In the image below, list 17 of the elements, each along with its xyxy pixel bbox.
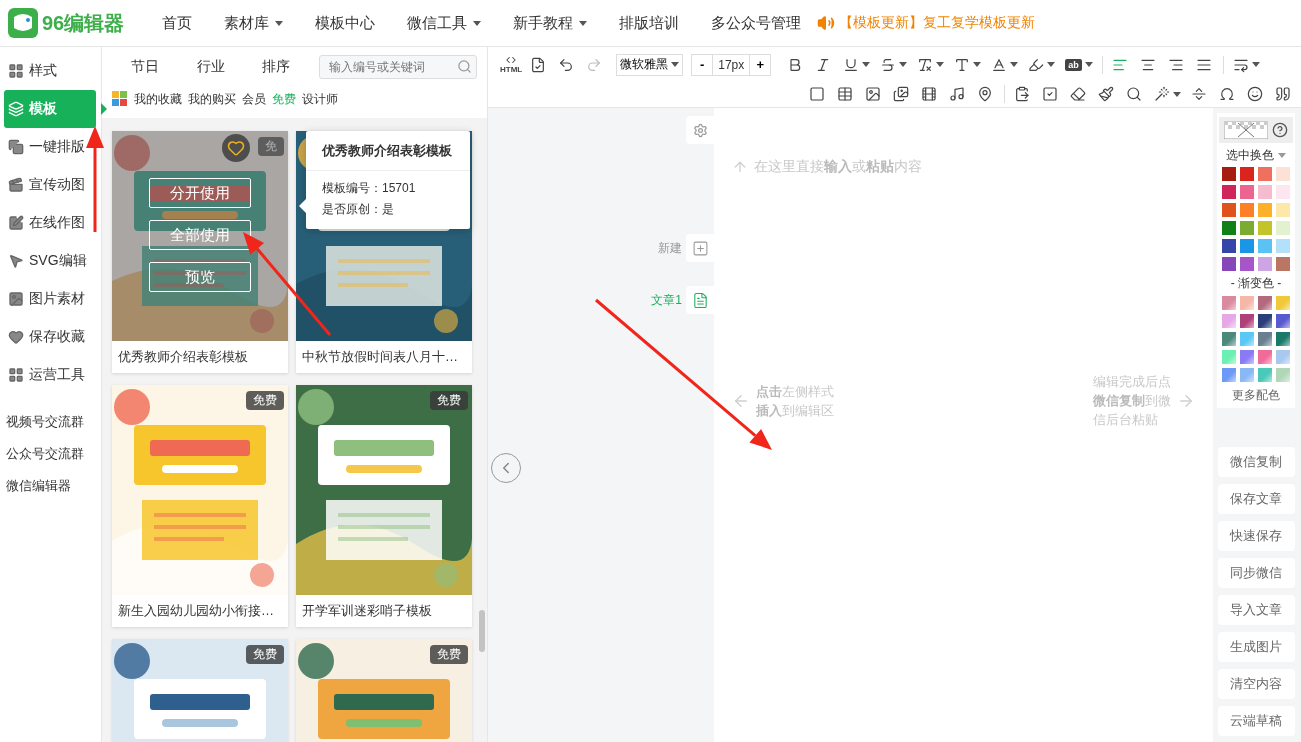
tooltip-title: 优秀教师介绍表彰模板 — [306, 131, 470, 171]
free-badge: 免 — [258, 137, 284, 156]
card-title: 新生入园幼儿园幼小衔接… — [117, 602, 275, 620]
gradient-title: - 渐变色 - — [1230, 275, 1282, 292]
document-label: 文章1 — [651, 291, 682, 309]
free-badge: 免费 — [430, 645, 468, 664]
logo-text: 96编辑器 — [42, 10, 125, 36]
free-badge: 免费 — [246, 645, 284, 664]
document-label: 新建 — [658, 239, 682, 257]
card-title: 中秋节放假时间表八月十… — [301, 348, 459, 366]
tooltip-line: 模板编号：15701 — [321, 180, 417, 197]
free-badge: 免费 — [246, 391, 284, 410]
card-title: 优秀教师介绍表彰模板 — [117, 348, 249, 366]
background-color-label: ab — [1065, 58, 1082, 71]
tooltip-line: 是否原创：是 — [321, 201, 395, 218]
free-badge: 免费 — [430, 391, 468, 410]
card-title: 开学军训迷彩哨子模板 — [301, 602, 433, 620]
